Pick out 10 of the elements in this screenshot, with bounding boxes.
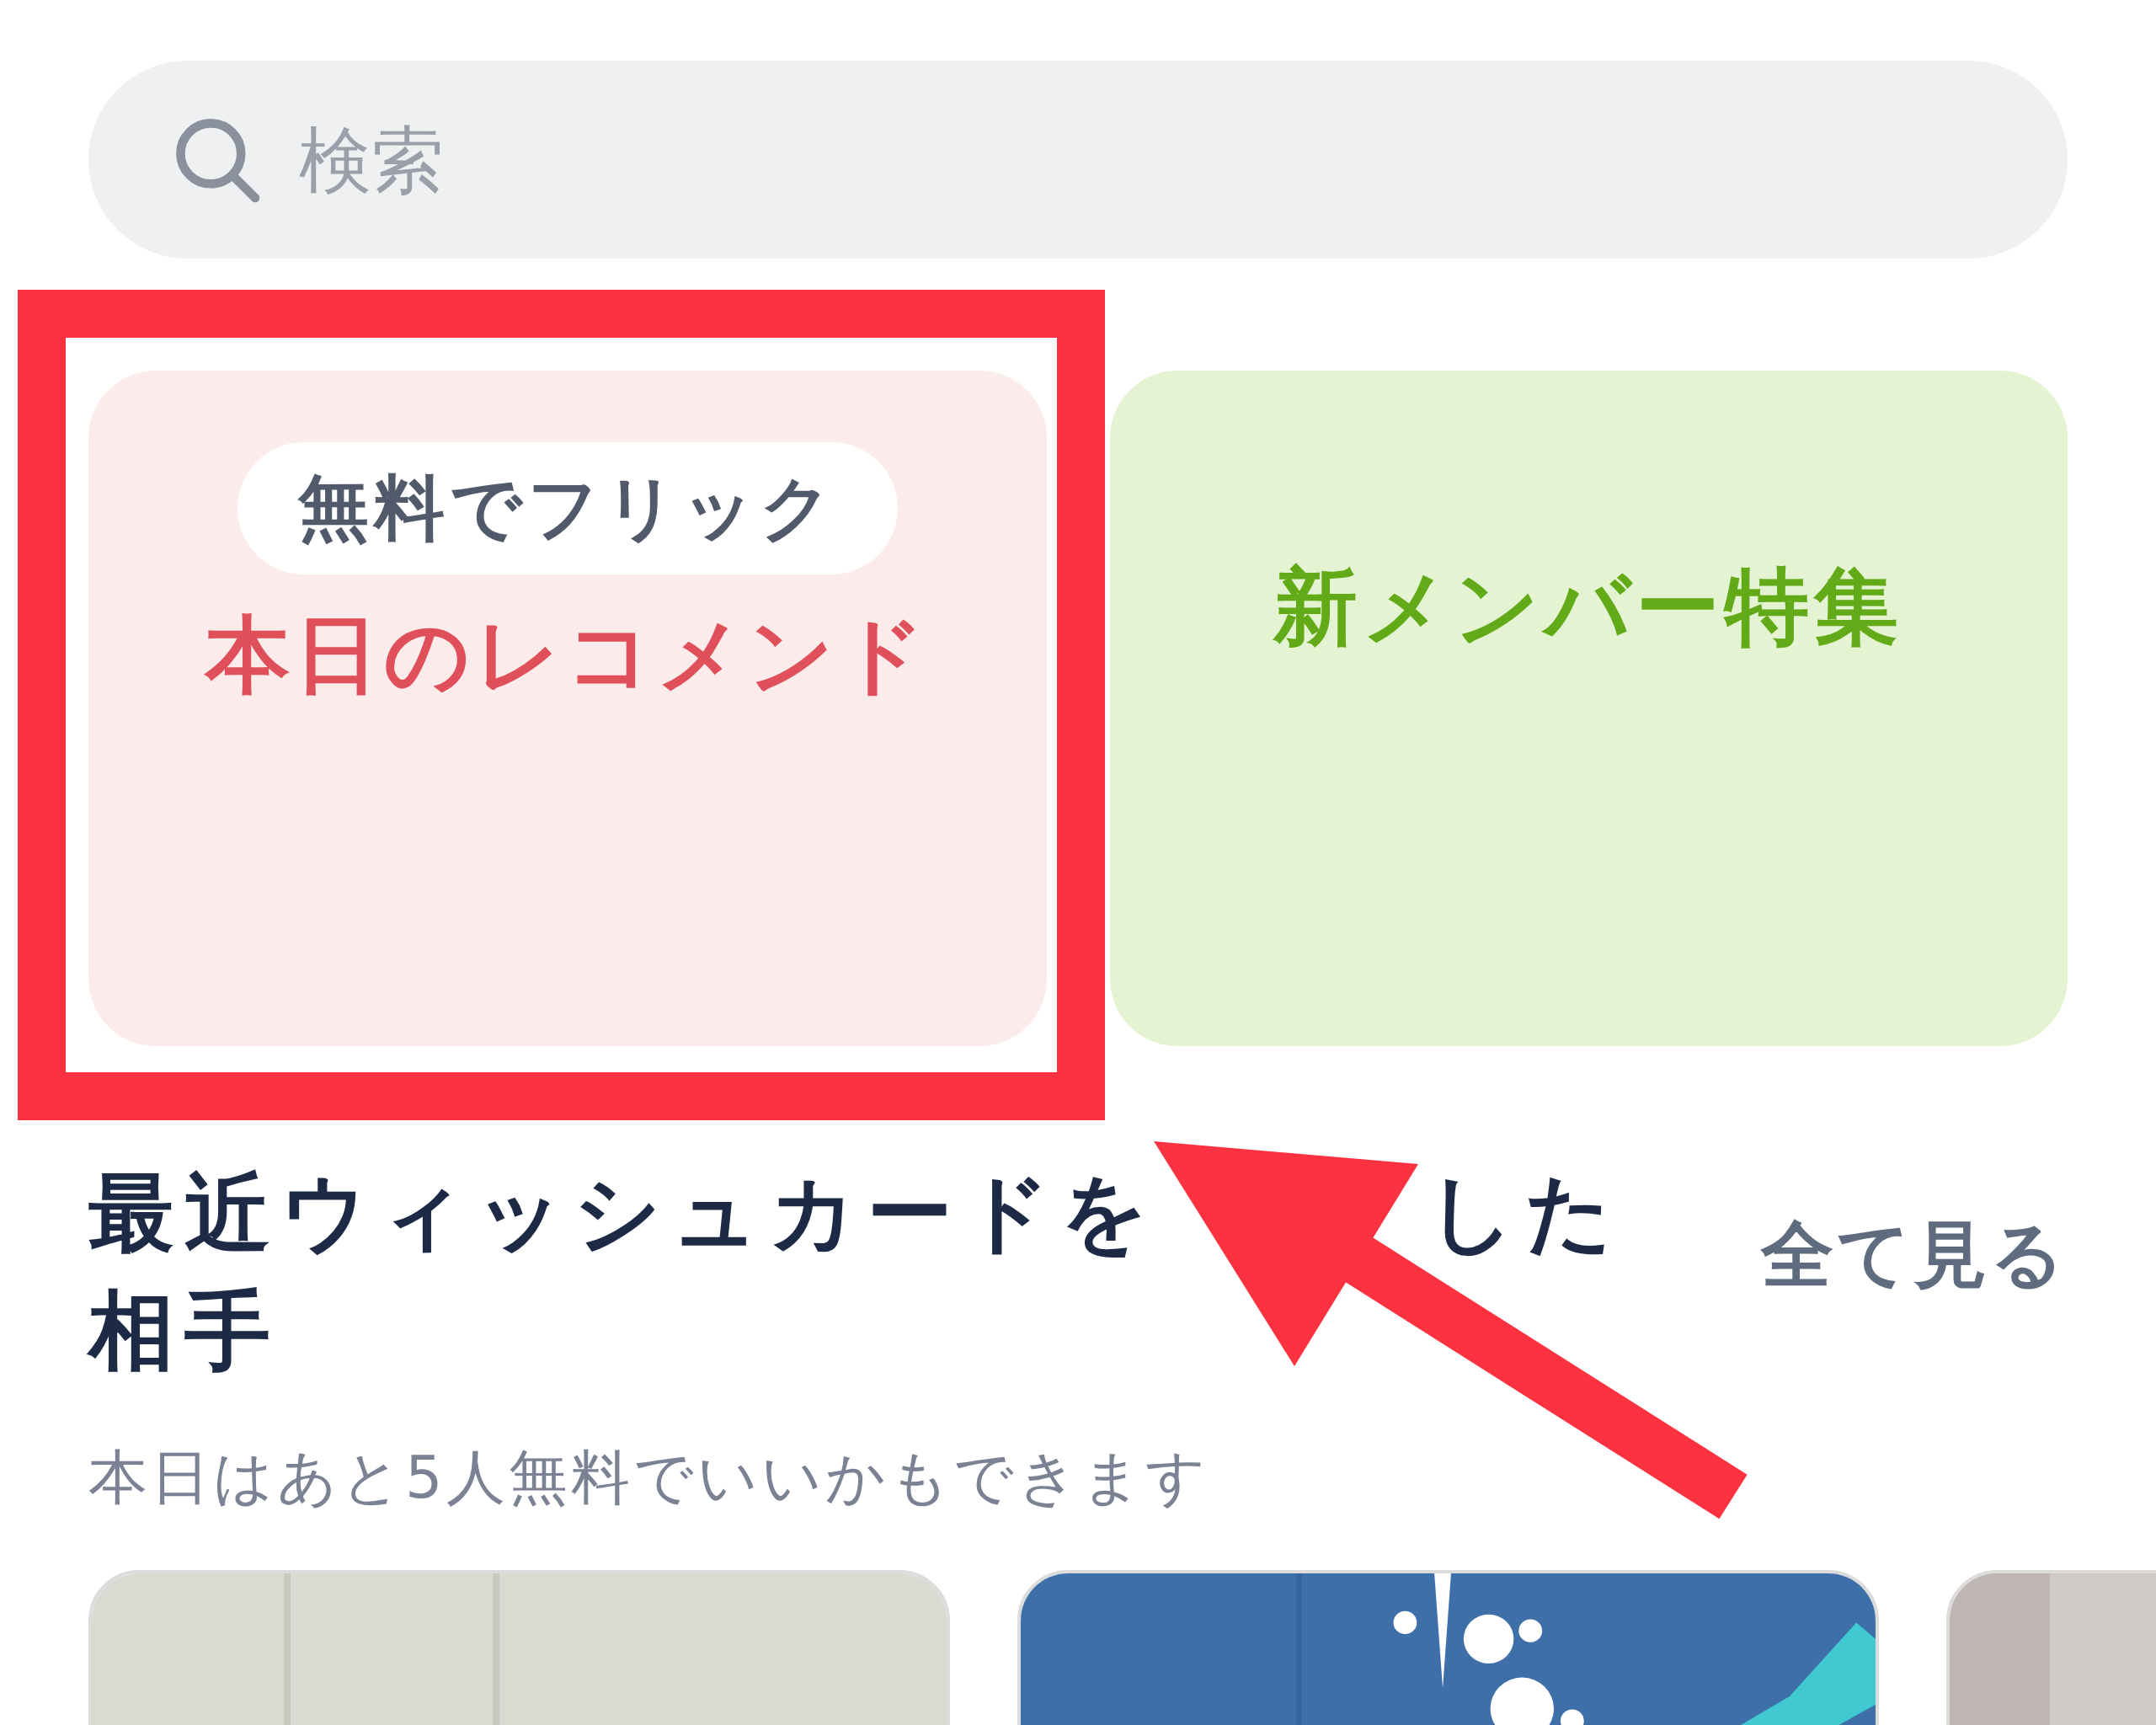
- section-title: した: [1428, 1162, 1623, 1264]
- banner-title: 新メンバー特集: [1273, 557, 1904, 658]
- see-all-link[interactable]: 全て見る: [1761, 1205, 2068, 1305]
- section-subtitle: 本日はあと5人無料でいいかもできます: [88, 1442, 1210, 1514]
- badge: 無料でフリック: [237, 442, 898, 574]
- search-field[interactable]: 検索: [88, 61, 2068, 259]
- section-title: 最近ウィッシュカードを: [88, 1162, 1158, 1264]
- banner-title: 本日のレコメンド: [205, 605, 930, 706]
- banner-card[interactable]: 無料でフリック 本日のレコメンド: [88, 371, 1047, 1046]
- section-title: 相手: [88, 1279, 281, 1382]
